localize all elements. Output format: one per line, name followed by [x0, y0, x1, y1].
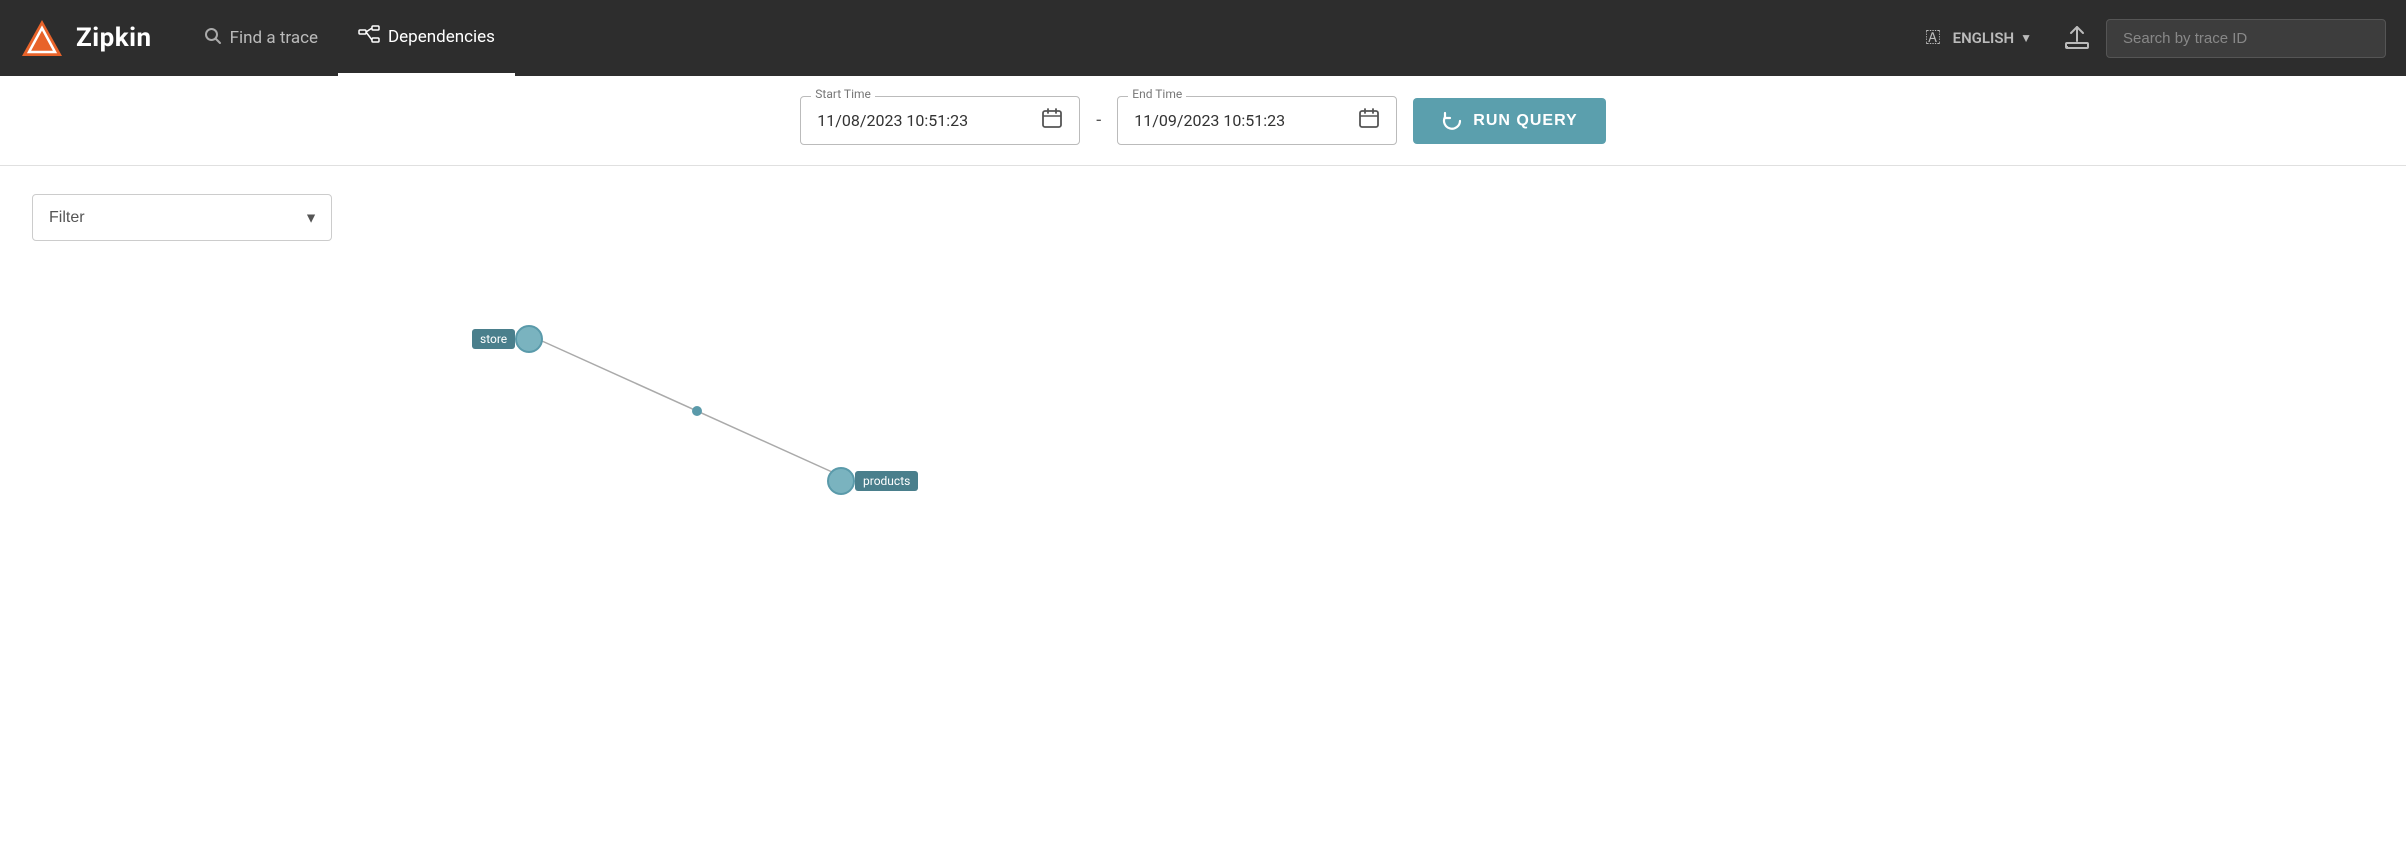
app-header: Zipkin Find a trace Dependencies [0, 0, 2406, 76]
node-store-circle [515, 325, 543, 353]
language-label: ENGLISH [1953, 29, 2015, 47]
node-products-circle [827, 467, 855, 495]
main-content: Filter ▼ store products [0, 166, 2406, 848]
upload-button[interactable] [2048, 25, 2106, 51]
app-title: Zipkin [76, 23, 152, 53]
start-time-label: Start Time [811, 87, 875, 101]
node-products[interactable]: products [827, 467, 918, 495]
filter-dropdown[interactable]: Filter [32, 194, 332, 241]
chevron-down-icon: ▼ [2020, 31, 2032, 45]
start-time-calendar-icon[interactable] [1041, 107, 1063, 134]
zipkin-logo-icon [20, 16, 64, 60]
nav-find-trace-label: Find a trace [230, 28, 318, 48]
run-query-label: RUN QUERY [1473, 112, 1577, 130]
end-time-field[interactable]: End Time 11/09/2023 10:51:23 [1117, 96, 1397, 145]
translate-icon: 🇦 [1925, 26, 1947, 51]
search-trace-input[interactable] [2106, 19, 2386, 58]
nav-find-trace[interactable]: Find a trace [184, 0, 338, 76]
dependencies-icon [358, 25, 380, 48]
graph-edges-svg [32, 281, 2374, 701]
date-separator: - [1096, 110, 1101, 131]
node-store[interactable]: store [472, 325, 543, 353]
search-icon [204, 27, 222, 50]
node-products-label: products [855, 471, 918, 491]
dependency-graph: store products [32, 281, 2374, 701]
end-time-calendar-icon[interactable] [1358, 107, 1380, 134]
run-query-button[interactable]: RUN QUERY [1413, 98, 1605, 144]
end-time-value: 11/09/2023 10:51:23 [1134, 111, 1285, 130]
end-time-label: End Time [1128, 87, 1186, 101]
refresh-icon [1441, 110, 1463, 132]
language-selector[interactable]: 🇦 ENGLISH ▼ [1909, 26, 2048, 51]
node-store-label: store [472, 329, 515, 349]
filter-dropdown-wrap: Filter ▼ [32, 194, 332, 241]
start-time-value: 11/08/2023 10:51:23 [817, 111, 968, 130]
logo-area: Zipkin [20, 16, 152, 60]
query-bar: Start Time 11/08/2023 10:51:23 - End Tim… [0, 76, 2406, 166]
nav-dependencies[interactable]: Dependencies [338, 0, 515, 76]
nav-dependencies-label: Dependencies [388, 27, 495, 47]
svg-text:🇦: 🇦 [1925, 26, 1941, 46]
start-time-field[interactable]: Start Time 11/08/2023 10:51:23 [800, 96, 1080, 145]
